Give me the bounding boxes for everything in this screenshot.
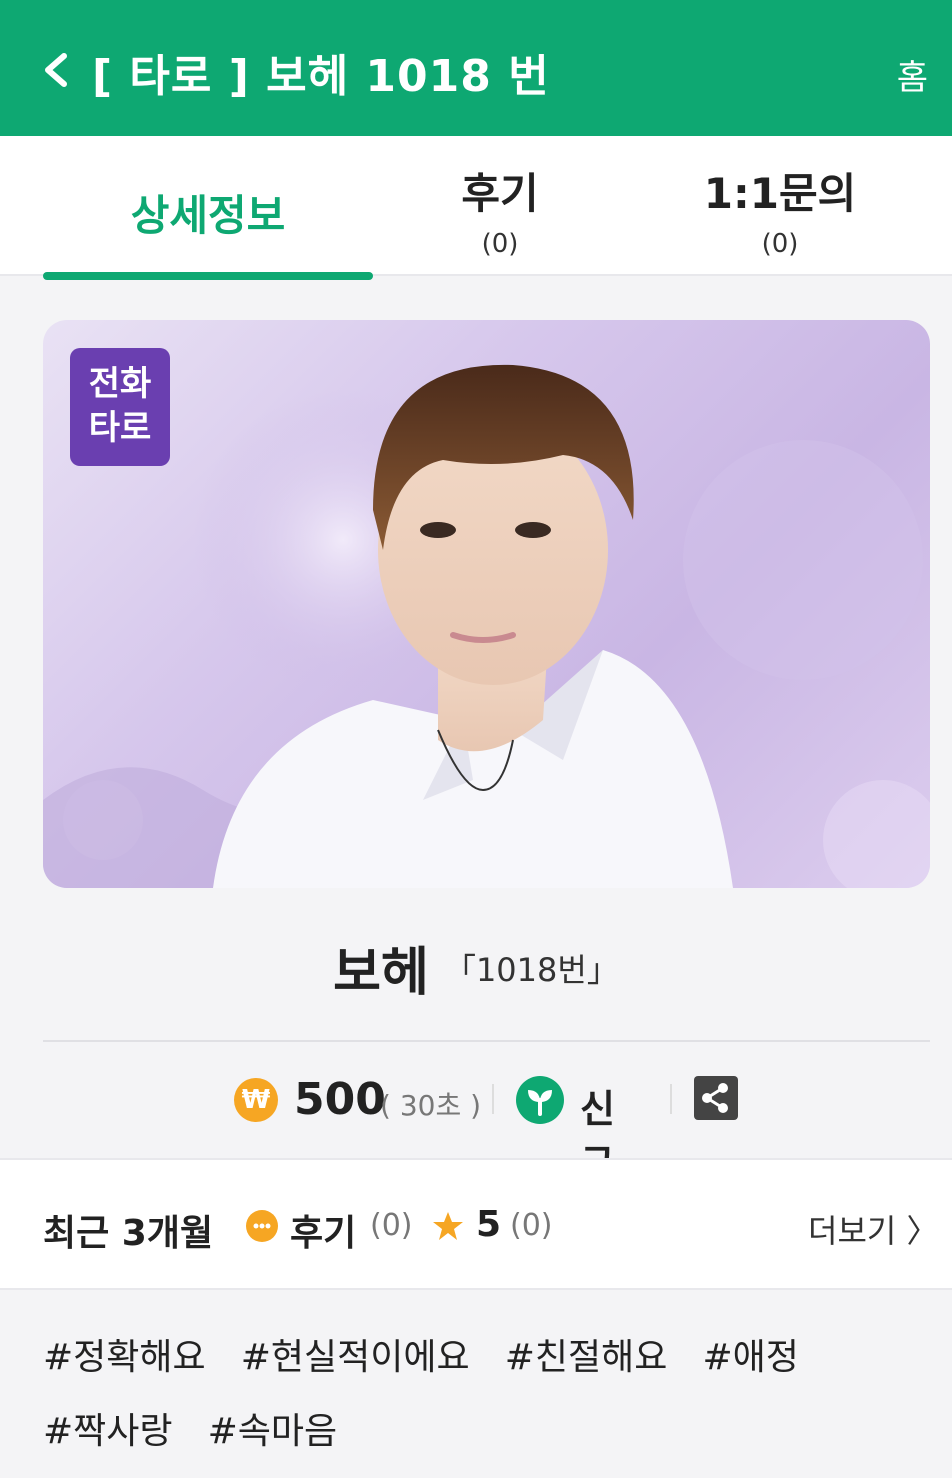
app-header: [ 타로 ] 보헤 1018 번 홈 [0,0,952,136]
rating-count: (0) [510,1208,553,1243]
won-coin-icon: ₩ [234,1078,278,1122]
tag-item[interactable]: #속마음 [208,1402,338,1454]
back-arrow-icon[interactable] [36,48,76,92]
tab-reviews-count: (0) [481,229,519,259]
more-link[interactable]: 더보기 〉 [808,1206,939,1252]
tab-details-label: 상세정보 [130,191,286,240]
profile-name-row: 보헤 「1018번」 [0,930,952,1005]
banner-illustration [43,364,930,888]
tag-list: #정확해요 #현실적이에요 #친절해요 #애정 #짝사랑 #속마음 [43,1328,933,1476]
home-link[interactable]: 홈 [897,50,928,99]
price-value: 500 [294,1074,386,1125]
separator [670,1084,672,1114]
profile-banner: 전화 타로 [43,320,930,888]
badge-line-1: 전화 [88,364,152,404]
price-unit: ( 30초 ) [380,1089,482,1122]
tab-inquiry-count: (0) [761,229,799,259]
tab-bar: 상세정보 후기 (0) 1:1문의 (0) [0,136,952,276]
star-icon [432,1210,464,1242]
divider [43,1040,930,1042]
tag-item[interactable]: #애정 [702,1328,798,1380]
rating-value: 5 [476,1204,502,1245]
active-tab-indicator [43,272,373,280]
tab-reviews[interactable]: 후기 (0) [380,136,620,276]
badge-line-2: 타로 [88,408,152,448]
tab-reviews-label: 후기 [461,169,539,218]
tab-inquiry[interactable]: 1:1문의 (0) [640,136,920,276]
page-title: [ 타로 ] 보헤 1018 번 [92,51,550,102]
separator [492,1084,494,1114]
period-label: 최근 3개월 [43,1213,214,1254]
review-label: 후기 [290,1213,357,1254]
review-summary-row: 최근 3개월 후기 (0) 5 (0) 더보기 〉 [0,1158,952,1290]
tag-item[interactable]: #현실적이에요 [241,1328,470,1380]
counselor-name: 보헤 [333,943,429,1003]
tab-inquiry-label: 1:1문의 [703,169,857,218]
tag-item[interactable]: #정확해요 [43,1328,206,1380]
tag-item[interactable]: #친절해요 [505,1328,668,1380]
tab-details[interactable]: 상세정보 [43,136,373,276]
counselor-number: 「1018번」 [443,950,619,989]
share-icon[interactable] [694,1076,738,1120]
tag-item[interactable]: #짝사랑 [43,1402,173,1454]
review-count: (0) [370,1208,413,1243]
category-badge: 전화 타로 [70,348,170,466]
sprout-icon [516,1076,564,1124]
chat-bubble-icon [246,1210,278,1242]
